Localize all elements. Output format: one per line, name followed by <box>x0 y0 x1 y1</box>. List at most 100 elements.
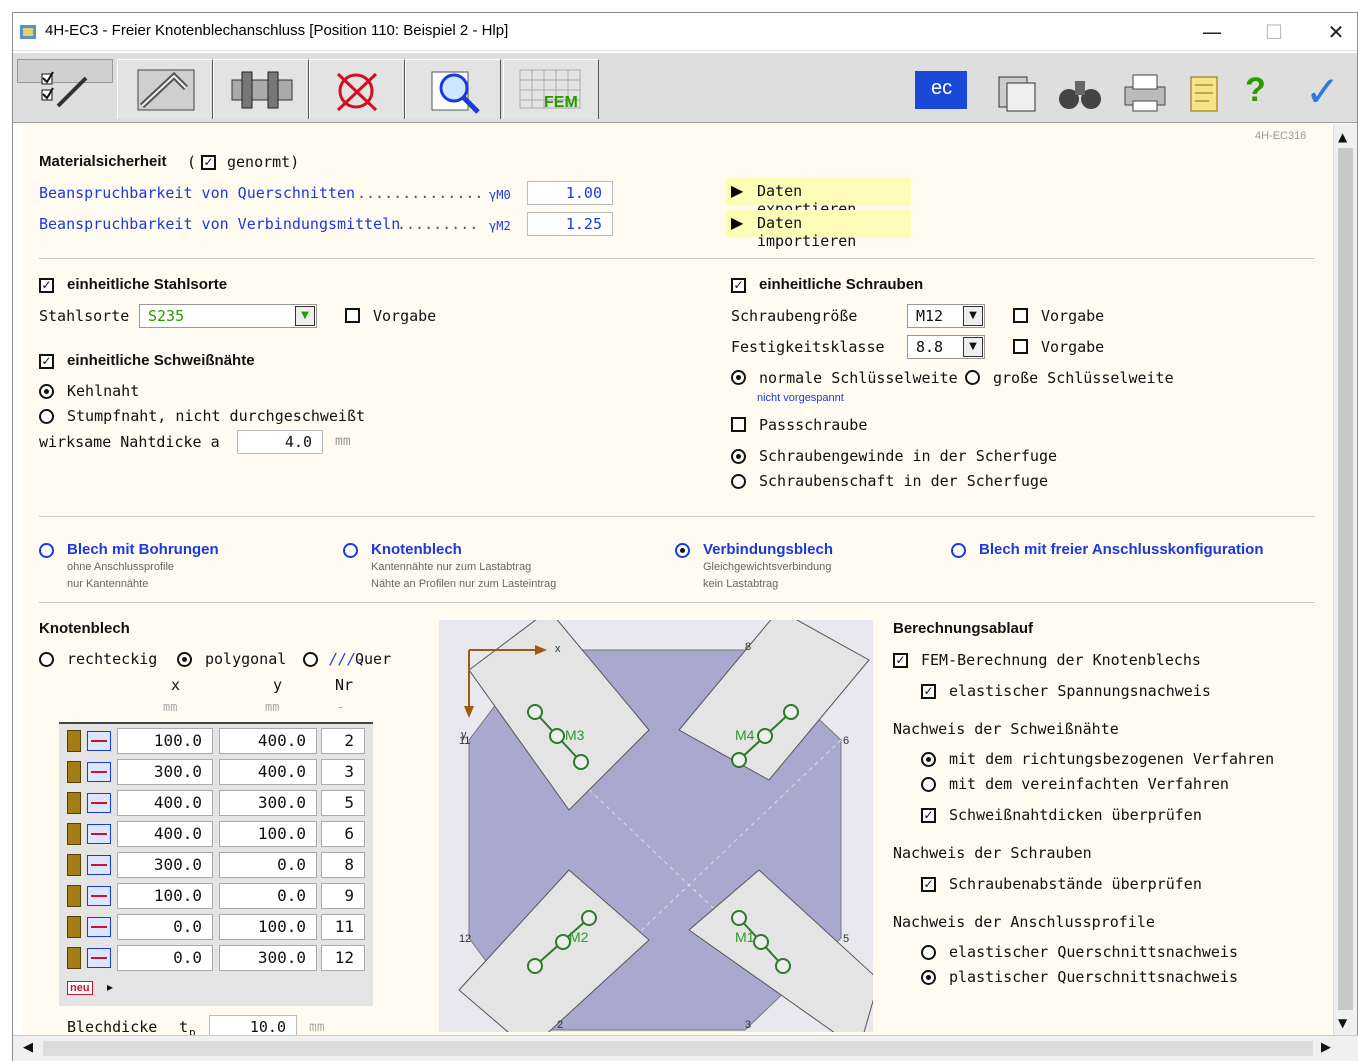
insert-row-icon[interactable] <box>87 917 111 937</box>
delete-row-icon[interactable] <box>67 761 81 783</box>
elastic-cs-radio[interactable] <box>921 945 936 960</box>
tab-fem-icon[interactable]: FEM <box>503 59 599 119</box>
vertex-x-input[interactable]: 100.0 <box>117 728 213 754</box>
vertex-x-input[interactable]: 300.0 <box>117 852 213 878</box>
gusset-drawing[interactable]: M3 M4 M2 M1 x y 8 6 5 3 2 12 11 <box>439 620 873 1032</box>
hscroll-thumb[interactable] <box>43 1041 1313 1056</box>
delete-row-icon[interactable] <box>67 947 81 969</box>
vertex-x-input[interactable]: 300.0 <box>117 759 213 785</box>
chevron-down-icon[interactable]: ▼ <box>295 306 315 326</box>
large-key-radio[interactable] <box>965 370 980 385</box>
delete-row-icon[interactable] <box>67 854 81 876</box>
insert-row-icon[interactable] <box>87 762 111 782</box>
confirm-check-icon[interactable]: ✓ <box>1305 67 1340 116</box>
steel-grade-select[interactable]: S235 ▼ <box>139 304 317 328</box>
chevron-down-icon[interactable]: ▼ <box>963 306 983 326</box>
weld-thickness-input[interactable]: 4.0 <box>237 430 323 454</box>
simplified-method-radio[interactable] <box>921 777 936 792</box>
vertex-y-input[interactable]: 0.0 <box>219 852 317 878</box>
uniform-weld-checkbox[interactable] <box>39 354 54 369</box>
binoculars-icon[interactable] <box>1055 71 1105 115</box>
insert-row-icon[interactable] <box>87 855 111 875</box>
tab-no-load-icon[interactable] <box>309 59 405 119</box>
plastic-cs-radio[interactable] <box>921 970 936 985</box>
ec-flag-icon[interactable]: ec <box>915 71 967 109</box>
delete-row-icon[interactable] <box>67 916 81 938</box>
plate-type-gusset-radio[interactable] <box>343 543 358 558</box>
gamma-m0-input[interactable]: 1.00 <box>527 181 613 205</box>
insert-row-icon[interactable] <box>87 948 111 968</box>
vertex-y-input[interactable]: 400.0 <box>219 759 317 785</box>
vertex-x-input[interactable]: 0.0 <box>117 945 213 971</box>
plate-type-holes-label[interactable]: Blech mit Bohrungen <box>67 541 219 558</box>
vertex-nr-input[interactable]: 2 <box>321 728 365 754</box>
vertex-y-input[interactable]: 100.0 <box>219 914 317 940</box>
vertex-x-input[interactable]: 0.0 <box>117 914 213 940</box>
weld-thickness-check-checkbox[interactable] <box>921 808 936 823</box>
plate-type-free-label[interactable]: Blech mit freier Anschlusskonfiguration <box>979 541 1264 558</box>
vertex-y-input[interactable]: 300.0 <box>219 945 317 971</box>
strength-class-vorgabe-checkbox[interactable] <box>1013 339 1028 354</box>
plate-type-free-radio[interactable] <box>951 543 966 558</box>
uniform-bolts-checkbox[interactable] <box>731 278 746 293</box>
vertical-scrollbar[interactable]: ▲ ▼ <box>1333 124 1357 1035</box>
tab-input-icon[interactable] <box>17 59 113 108</box>
cross-section-resistance-label[interactable]: Beanspruchbarkeit von Querschnitten <box>39 184 355 202</box>
plate-type-gusset-label[interactable]: Knotenblech <box>371 541 462 558</box>
notes-icon[interactable] <box>1183 71 1227 115</box>
vertex-nr-input[interactable]: 9 <box>321 883 365 909</box>
elastic-stress-checkbox[interactable] <box>921 684 936 699</box>
fastener-resistance-label[interactable]: Beanspruchbarkeit von Verbindungsmitteln <box>39 215 400 233</box>
tab-graph-icon[interactable] <box>117 59 213 119</box>
bolt-size-vorgabe-checkbox[interactable] <box>1013 308 1028 323</box>
delete-row-icon[interactable] <box>67 885 81 907</box>
scroll-thumb[interactable] <box>1338 148 1353 1010</box>
plate-type-connection-radio[interactable] <box>675 543 690 558</box>
delete-row-icon[interactable] <box>67 730 81 752</box>
bolt-size-select[interactable]: M12 ▼ <box>907 304 985 328</box>
delete-row-icon[interactable] <box>67 792 81 814</box>
polygonal-radio[interactable] <box>177 652 192 667</box>
fit-bolt-checkbox[interactable] <box>731 417 746 432</box>
fem-checkbox[interactable] <box>893 653 908 668</box>
fillet-weld-radio[interactable] <box>39 384 54 399</box>
vertex-y-input[interactable]: 400.0 <box>219 728 317 754</box>
vertex-x-input[interactable]: 100.0 <box>117 883 213 909</box>
scroll-left-icon[interactable]: ◀ <box>23 1040 33 1055</box>
genormt-checkbox[interactable] <box>201 155 216 170</box>
uniform-steel-checkbox[interactable] <box>39 278 54 293</box>
vertex-nr-input[interactable]: 6 <box>321 821 365 847</box>
shaft-in-shear-radio[interactable] <box>731 474 746 489</box>
export-data-button[interactable]: Daten exportieren <box>725 178 911 218</box>
maximize-button[interactable]: ☐ <box>1251 17 1297 47</box>
not-preloaded-label[interactable]: nicht vorgespannt <box>757 392 844 404</box>
thread-in-shear-radio[interactable] <box>731 449 746 464</box>
vertex-nr-input[interactable]: 8 <box>321 852 365 878</box>
printer-icon[interactable] <box>1121 71 1169 115</box>
scroll-down-icon[interactable]: ▼ <box>1338 1016 1347 1030</box>
vertex-y-input[interactable]: 100.0 <box>219 821 317 847</box>
gamma-m2-input[interactable]: 1.25 <box>527 212 613 236</box>
scroll-right-icon[interactable]: ▶ <box>1321 1040 1331 1055</box>
normal-key-radio[interactable] <box>731 370 746 385</box>
insert-row-icon[interactable] <box>87 824 111 844</box>
strength-class-select[interactable]: 8.8 ▼ <box>907 335 985 359</box>
tab-bolts-icon[interactable] <box>213 59 309 119</box>
minimize-button[interactable]: — <box>1189 17 1235 47</box>
butt-weld-radio[interactable] <box>39 409 54 424</box>
vertex-nr-input[interactable]: 3 <box>321 759 365 785</box>
vertex-x-input[interactable]: 400.0 <box>117 821 213 847</box>
bolt-spacing-checkbox[interactable] <box>921 877 936 892</box>
horizontal-scrollbar[interactable]: ◀ ▶ <box>13 1035 1358 1061</box>
new-row-button[interactable]: neu <box>67 981 93 995</box>
chevron-down-icon[interactable]: ▼ <box>963 337 983 357</box>
cross-radio[interactable] <box>303 652 318 667</box>
vertex-y-input[interactable]: 0.0 <box>219 883 317 909</box>
vertex-y-input[interactable]: 300.0 <box>219 790 317 816</box>
plate-type-holes-radio[interactable] <box>39 543 54 558</box>
steel-vorgabe-checkbox[interactable] <box>345 308 360 323</box>
vertex-x-input[interactable]: 400.0 <box>117 790 213 816</box>
help-icon[interactable]: ? <box>1245 71 1266 110</box>
plate-type-connection-label[interactable]: Verbindungsblech <box>703 541 833 558</box>
insert-row-icon[interactable] <box>87 731 111 751</box>
